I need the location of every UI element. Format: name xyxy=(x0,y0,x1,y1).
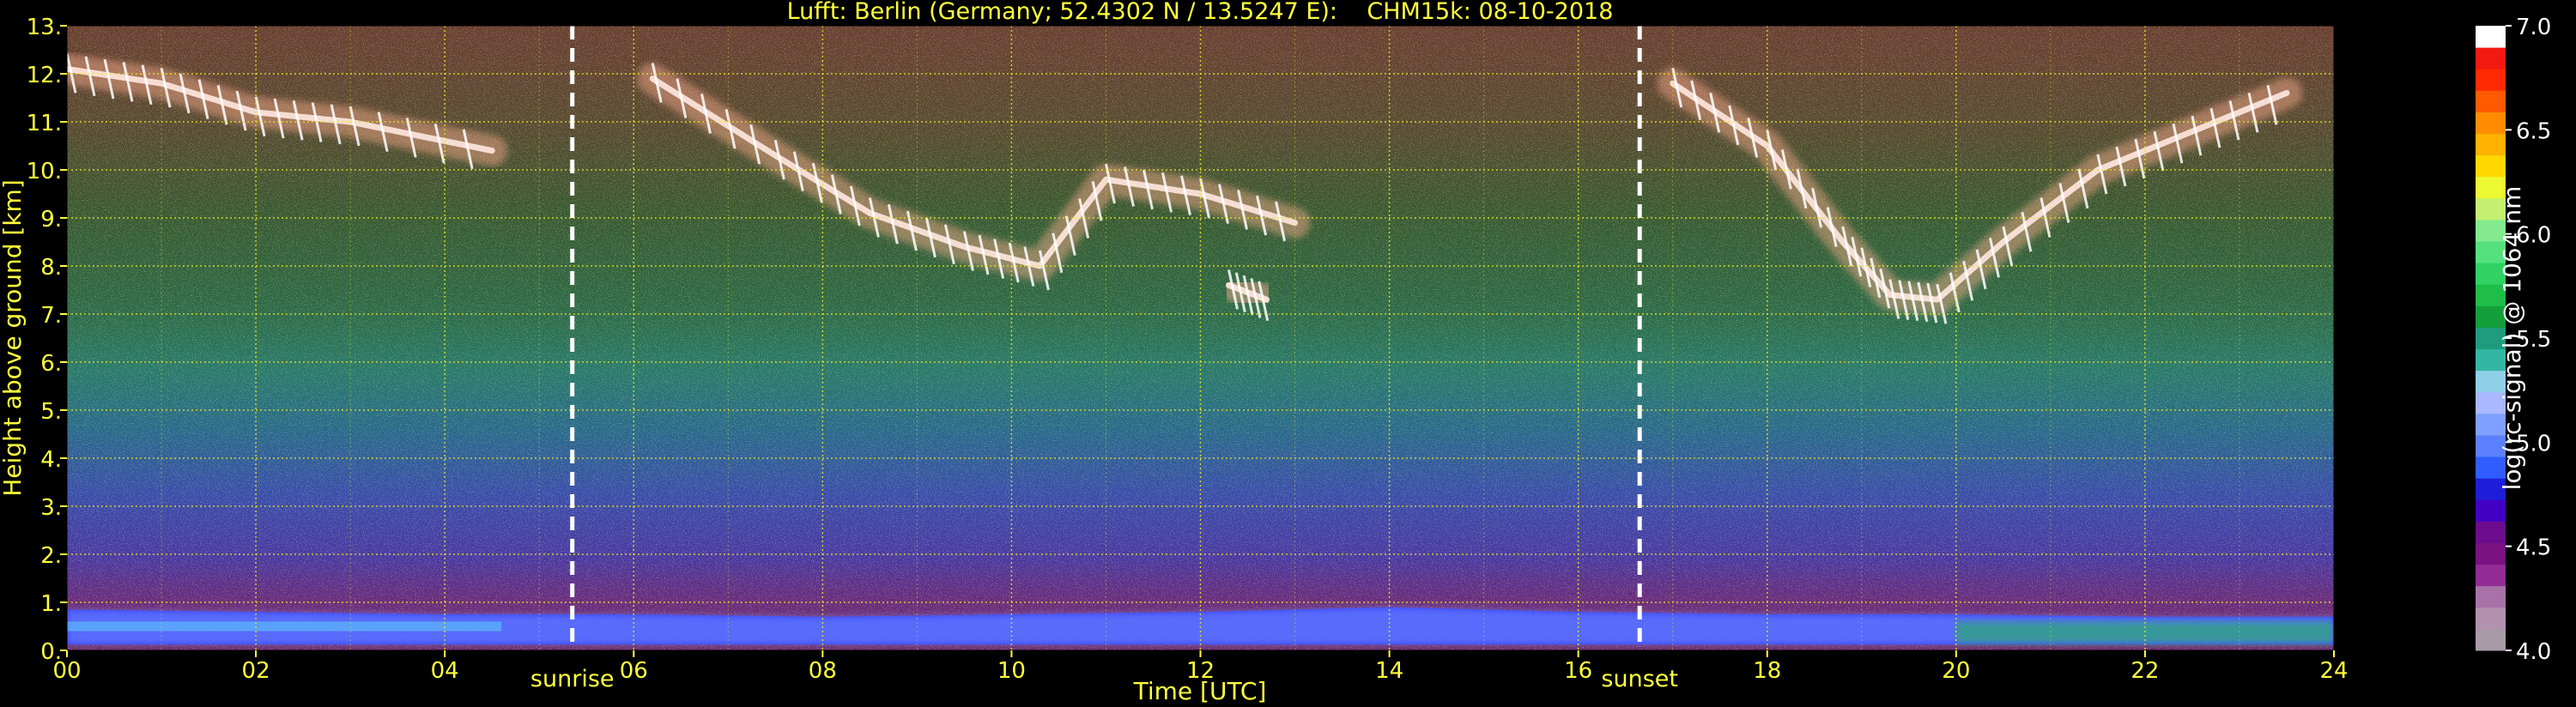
plot-area: sunrise sunset xyxy=(66,25,2335,692)
y-tick-label: 10. xyxy=(27,159,62,184)
y-tick-label: 9. xyxy=(40,207,62,233)
colorbar-segment xyxy=(2476,542,2506,565)
colorbar-segment xyxy=(2476,133,2506,156)
x-tick-label: 14 xyxy=(1375,658,1403,684)
y-tick-label: 12. xyxy=(27,63,62,88)
colorbar-segment xyxy=(2476,26,2506,48)
marker-label-sunrise: sunrise xyxy=(530,666,615,692)
y-axis-label: Height above ground [km] xyxy=(0,179,27,497)
colorbar-segment xyxy=(2476,607,2506,630)
y-tick-label: 4. xyxy=(40,447,62,473)
x-tick-label: 16 xyxy=(1564,658,1592,684)
x-tick-label: 18 xyxy=(1753,658,1781,684)
colorbar-segment xyxy=(2476,521,2506,543)
colorbar-segment xyxy=(2476,499,2506,522)
colorbar-segment xyxy=(2476,47,2506,69)
colorbar-segment xyxy=(2476,112,2506,135)
colorbar-segment xyxy=(2476,564,2506,587)
y-tick-label: 13. xyxy=(27,15,62,40)
lidar-figure: sunrise sunset 0.1.2.3.4.5.6.7.8.9.10.11.… xyxy=(0,0,2551,705)
x-tick-label: 06 xyxy=(620,658,648,684)
colorbar-segment xyxy=(2476,585,2506,608)
y-axis: 0.1.2.3.4.5.6.7.8.9.10.11.12.13. xyxy=(27,15,67,665)
x-tick-label: 08 xyxy=(809,658,837,684)
colorbar-tick-label: 4.0 xyxy=(2516,639,2551,665)
y-tick-label: 11. xyxy=(27,111,62,136)
y-tick-label: 3. xyxy=(40,495,62,521)
marker-label-sunset: sunset xyxy=(1601,666,1678,692)
y-tick-label: 7. xyxy=(40,303,62,329)
y-tick-label: 8. xyxy=(40,255,62,281)
y-tick-label: 2. xyxy=(40,543,62,569)
y-tick-label: 1. xyxy=(40,591,62,617)
colorbar-tick-label: 4.5 xyxy=(2516,535,2551,561)
colorbar-segment xyxy=(2476,154,2506,178)
x-axis-label: Time [UTC] xyxy=(1133,677,1267,705)
x-tick-label: 24 xyxy=(2319,658,2348,684)
colorbar-segment xyxy=(2476,69,2506,91)
y-tick-label: 6. xyxy=(40,351,62,377)
x-tick-label: 20 xyxy=(1942,658,1970,684)
x-tick-label: 22 xyxy=(2131,658,2159,684)
colorbar-tick-label: 6.5 xyxy=(2516,118,2551,144)
colorbar-segment xyxy=(2476,628,2506,651)
x-tick-label: 10 xyxy=(997,658,1026,684)
chart-title: Lufft: Berlin (Germany; 52.4302 N / 13.5… xyxy=(787,0,1614,25)
colorbar-tick-label: 7.0 xyxy=(2516,15,2551,40)
boundary-layer-stripe xyxy=(67,621,502,631)
y-tick-label: 5. xyxy=(40,399,62,425)
colorbar-segment xyxy=(2476,90,2506,112)
colorbar-label: log(rc-signal) @ 1064 nm xyxy=(2498,186,2526,491)
x-tick-label: 02 xyxy=(242,658,270,684)
x-tick-label: 00 xyxy=(52,658,81,684)
x-tick-label: 04 xyxy=(431,658,459,684)
